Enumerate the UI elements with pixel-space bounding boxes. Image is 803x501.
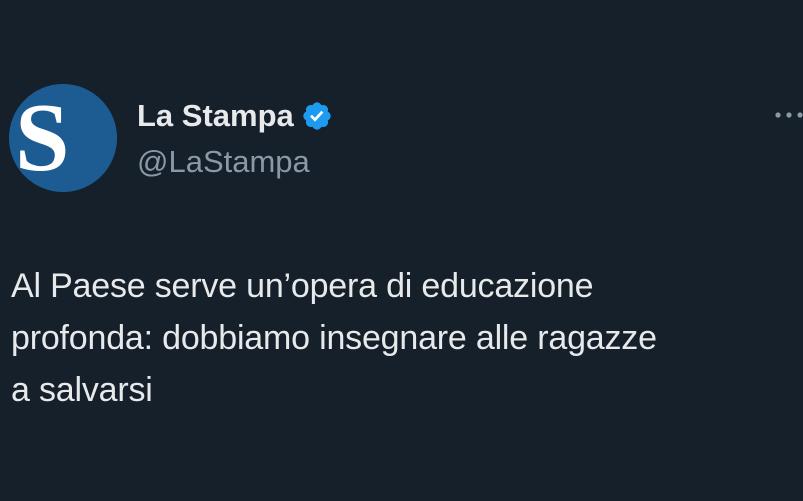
la-stampa-logo-icon: S (9, 84, 117, 192)
verified-badge-icon (301, 100, 333, 132)
avatar-letter: S (15, 84, 70, 192)
tweet-text: Al Paese serve un’opera di educazione pr… (11, 267, 657, 409)
display-name[interactable]: La Stampa (137, 96, 294, 136)
tweet-card: S La Stampa @LaStampa Al Paese serve un’… (0, 0, 803, 501)
avatar[interactable]: S (9, 84, 117, 192)
author-row: La Stampa (137, 96, 333, 136)
more-options-icon[interactable] (772, 108, 803, 122)
author-handle[interactable]: @LaStampa (137, 142, 310, 182)
